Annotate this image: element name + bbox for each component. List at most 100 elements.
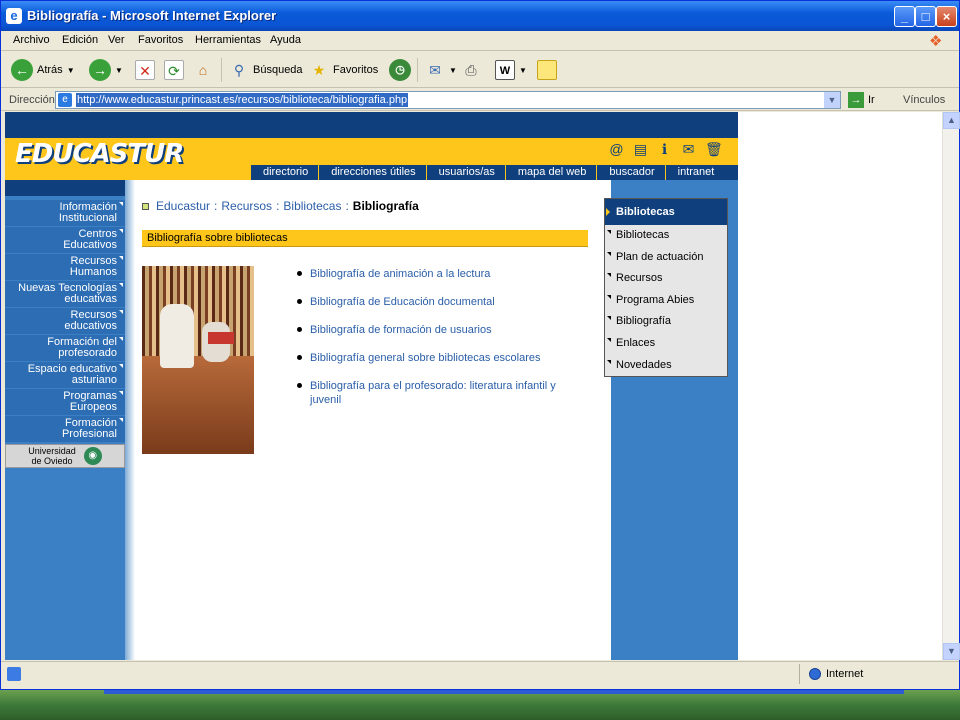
rightmenu-bibliotecas[interactable]: Bibliotecas <box>605 225 727 247</box>
home-icon: ⌂ <box>198 62 208 78</box>
leftnav-label: Europeos <box>69 401 117 413</box>
left-shadow <box>125 180 135 660</box>
rightmenu-recursos[interactable]: Recursos <box>605 268 727 290</box>
breadcrumb-recursos[interactable]: Recursos <box>221 199 272 213</box>
topnav-usuarios[interactable]: usuarios/as <box>427 165 506 180</box>
bibliography-link[interactable]: Bibliografía de formación de usuarios <box>297 323 587 337</box>
status-divider <box>799 664 800 684</box>
back-button[interactable]: ← Atrás ▼ <box>11 58 75 82</box>
close-button[interactable]: × <box>936 6 957 27</box>
rightmenu-bibliografia[interactable]: Bibliografía <box>605 311 727 333</box>
taskbar-strip <box>104 690 904 694</box>
menu-archivo[interactable]: Archivo <box>13 34 50 46</box>
breadcrumb: Educastur: Recursos: Bibliotecas: Biblio… <box>142 199 419 213</box>
leftnav-centros[interactable]: Centros Educativos <box>5 227 125 253</box>
favorites-button[interactable]: ★ Favoritos <box>309 58 379 82</box>
leftnav-formacion-profesional[interactable]: Formación Profesional <box>5 416 125 442</box>
address-url[interactable]: http://www.educastur.princast.es/recurso… <box>76 93 409 107</box>
menu-edicion[interactable]: Edición <box>62 34 98 46</box>
photo-detail <box>142 356 254 454</box>
chevron-down-icon: ▼ <box>115 65 123 75</box>
leftnav-label: educativos <box>64 320 117 332</box>
rightmenu-abies[interactable]: Programa Abies <box>605 290 727 312</box>
globe-icon <box>809 668 821 680</box>
photo-detail <box>208 332 234 344</box>
breadcrumb-educastur[interactable]: Educastur <box>156 199 210 213</box>
leftnav-nuevas-tecnologias[interactable]: Nuevas Tecnologías educativas <box>5 281 125 307</box>
favorites-label: Favoritos <box>333 64 379 76</box>
leftnav-espacio-educativo[interactable]: Espacio educativo asturiano <box>5 362 125 388</box>
menu-ayuda[interactable]: Ayuda <box>270 34 301 46</box>
bibliography-link[interactable]: Bibliografía para el profesorado: litera… <box>297 379 587 407</box>
chevron-down-icon: ▼ <box>66 65 75 75</box>
bibliography-link[interactable]: Bibliografía general sobre bibliotecas e… <box>297 351 587 365</box>
mail-icon[interactable]: ✉ <box>681 142 696 157</box>
browser-window: e Bibliografía - Microsoft Internet Expl… <box>0 0 960 690</box>
history-button[interactable]: ◷ <box>389 58 411 82</box>
word-icon: W <box>495 60 515 80</box>
search-button[interactable]: ⚲ Búsqueda <box>229 58 303 82</box>
leftnav-programas-europeos[interactable]: Programas Europeos <box>5 389 125 415</box>
minimize-button[interactable]: _ <box>894 6 915 27</box>
site-header-band <box>5 112 738 138</box>
scroll-down-button[interactable]: ▼ <box>943 643 960 660</box>
menu-ver[interactable]: Ver <box>108 34 125 46</box>
bibliography-link[interactable]: Bibliografía de animación a la lectura <box>297 267 587 281</box>
at-icon[interactable]: @ <box>609 142 624 157</box>
print-button[interactable]: ⎙ <box>461 58 481 82</box>
university-label: de Oviedo <box>31 456 73 466</box>
mail-icon: ✉ <box>429 62 441 78</box>
universidad-oviedo-link[interactable]: Universidad de Oviedo ◉ <box>5 444 125 468</box>
bibliography-link[interactable]: Bibliografía de Educación documental <box>297 295 587 309</box>
trash-icon[interactable]: 🗑 <box>705 142 723 157</box>
section-title: Bibliografía sobre bibliotecas <box>142 230 588 247</box>
menu-favoritos[interactable]: Favoritos <box>138 34 183 46</box>
topnav-intranet[interactable]: intranet <box>666 165 725 180</box>
vertical-scrollbar[interactable]: ▲ ▼ <box>942 112 960 660</box>
topnav-directorio[interactable]: directorio <box>251 165 320 180</box>
leftnav-recursos-humanos[interactable]: Recursos Humanos <box>5 254 125 280</box>
address-input[interactable]: e http://www.educastur.princast.es/recur… <box>55 91 841 109</box>
edit-button[interactable]: W ▼ <box>495 58 527 82</box>
topnav-direcciones[interactable]: direcciones útiles <box>319 165 427 180</box>
topnav-mapa[interactable]: mapa del web <box>506 165 598 180</box>
go-button[interactable]: → Ir <box>848 92 875 108</box>
menu-herramientas[interactable]: Herramientas <box>195 34 261 46</box>
rightmenu-enlaces[interactable]: Enlaces <box>605 333 727 355</box>
back-label: Atrás <box>37 64 63 76</box>
documents-icon[interactable]: ▤ <box>633 142 648 157</box>
educastur-logo[interactable]: EDUCASTUR <box>15 139 184 169</box>
leftnav-formacion-profesorado[interactable]: Formación del profesorado <box>5 335 125 361</box>
toolbar-separator <box>221 58 222 82</box>
security-zone: Internet <box>809 668 863 680</box>
scroll-up-button[interactable]: ▲ <box>943 112 960 129</box>
refresh-button[interactable]: ⟳ <box>164 58 184 82</box>
info-icon[interactable]: ℹ <box>657 142 672 157</box>
maximize-button[interactable]: □ <box>915 6 936 27</box>
printer-icon: ⎙ <box>465 62 477 78</box>
breadcrumb-bibliotecas[interactable]: Bibliotecas <box>283 199 341 213</box>
chevron-down-icon: ▼ <box>519 65 527 75</box>
rightmenu-novedades[interactable]: Novedades <box>605 355 727 377</box>
windows-logo-icon: ❖ <box>929 33 943 50</box>
mail-button[interactable]: ✉ ▼ <box>425 58 457 82</box>
university-seal-icon: ◉ <box>83 447 102 465</box>
title-bar: e Bibliografía - Microsoft Internet Expl… <box>1 1 959 31</box>
right-menu-header[interactable]: Bibliotecas <box>605 199 727 225</box>
zone-label: Internet <box>826 668 864 680</box>
links-button[interactable]: Vínculos <box>903 94 945 106</box>
home-button[interactable]: ⌂ <box>193 58 213 82</box>
topnav-buscador[interactable]: buscador <box>597 165 666 180</box>
rightmenu-plan[interactable]: Plan de actuación <box>605 247 727 269</box>
discuss-button[interactable] <box>537 58 557 82</box>
forward-button[interactable]: → ▼ <box>89 58 123 82</box>
toolbar: ← Atrás ▼ → ▼ ✕ ⟳ ⌂ ⚲ Búsqueda ★ Favorit… <box>1 52 959 88</box>
chevron-down-icon[interactable]: ▼ <box>824 92 840 108</box>
status-bar: Internet <box>1 661 959 687</box>
leftnav-label: educativas <box>64 293 117 305</box>
bullet-icon <box>142 202 149 210</box>
leftnav-informacion[interactable]: Información Institucional <box>5 200 125 226</box>
stop-button[interactable]: ✕ <box>135 58 155 82</box>
leftnav-recursos-educativos[interactable]: Recursos educativos <box>5 308 125 334</box>
address-label: Dirección <box>9 94 55 106</box>
